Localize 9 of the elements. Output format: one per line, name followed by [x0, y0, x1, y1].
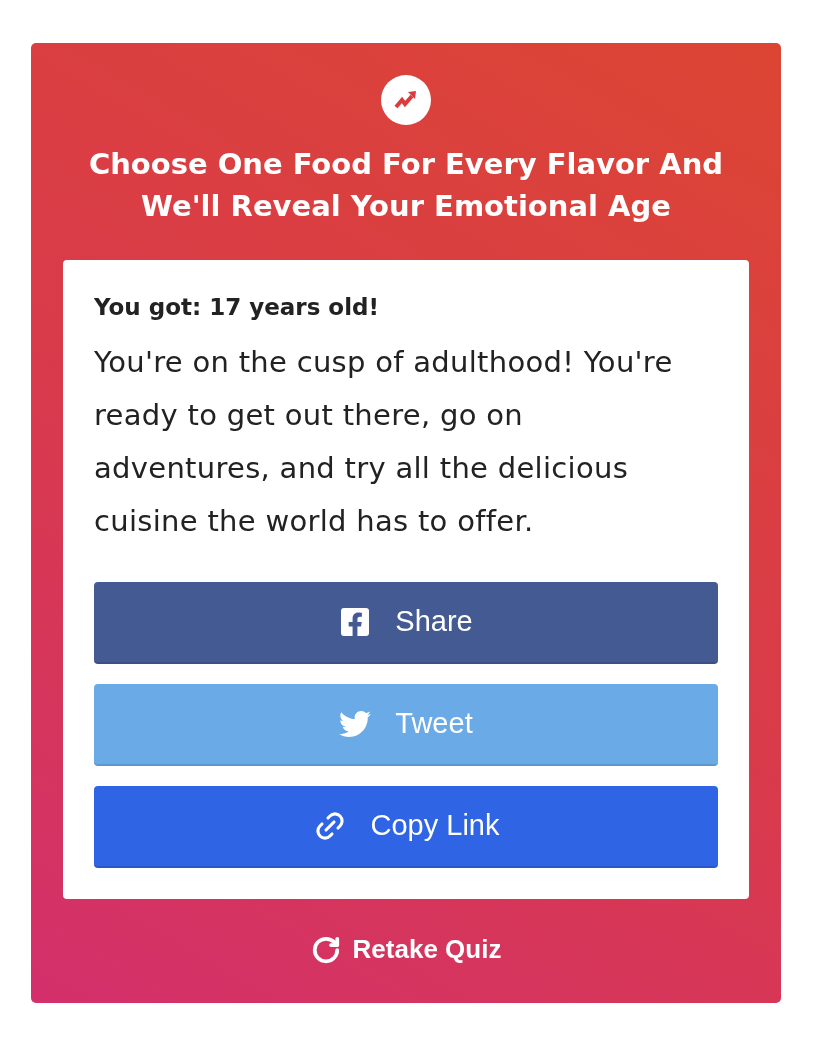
share-button[interactable]: Share [94, 582, 718, 664]
copy-link-button[interactable]: Copy Link [94, 786, 718, 868]
result-description: You're on the cusp of adulthood! You're ready to get out there, go on adventures, and try all the delicious cuisine the world has to offer. [94, 344, 674, 540]
bird-icon [339, 708, 372, 740]
retake-quiz-button[interactable]: Retake Quiz [310, 930, 502, 969]
refresh-icon [310, 934, 341, 965]
facebook-icon [339, 606, 372, 638]
result-heading: You got: 17 years old! [94, 293, 380, 322]
quiz-title: Choose One Food For Every Flavor And We'll Reveal Your Emotional Age [87, 146, 725, 225]
